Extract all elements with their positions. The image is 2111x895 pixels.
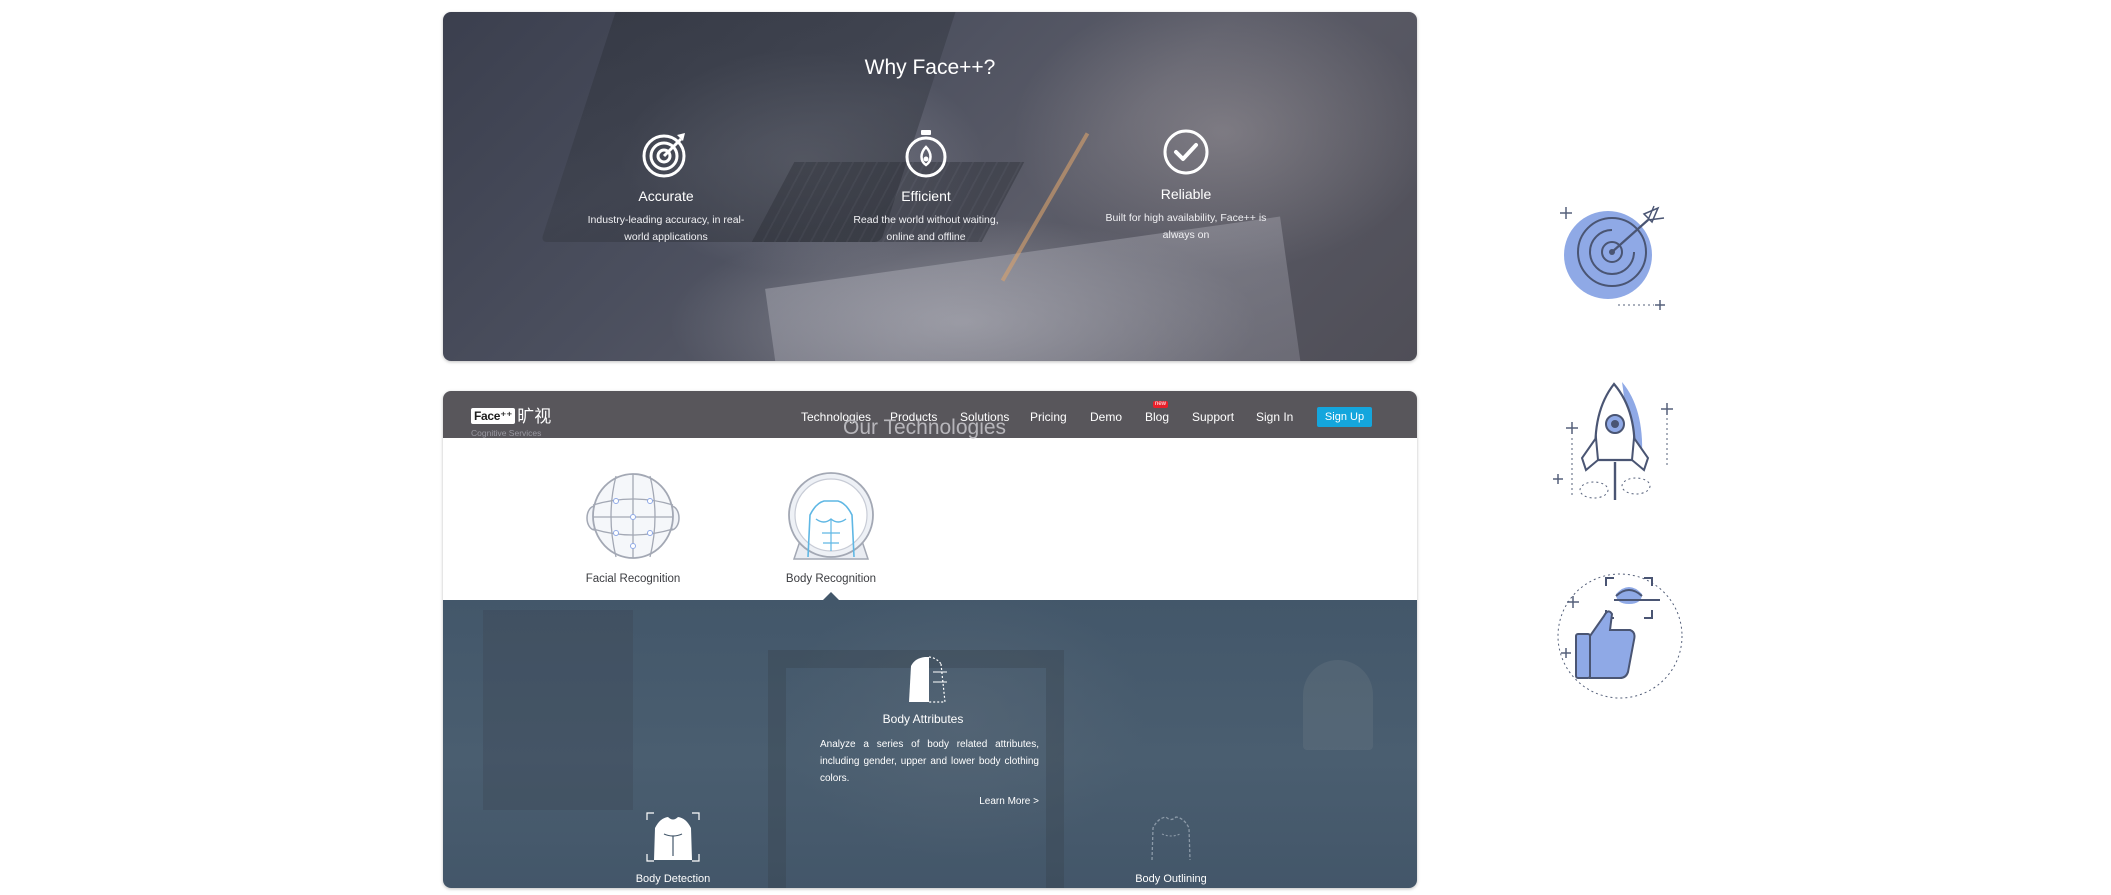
selected-card-indicator (823, 592, 839, 600)
technologies-section: Face⁺⁺ 旷视 Cognitive Services Technologies… (443, 391, 1417, 888)
check-circle-icon (1163, 129, 1209, 175)
sub-item-label: Body Detection (635, 873, 711, 885)
background-lamp (1303, 660, 1373, 750)
sub-item-label: Body Outlining (1135, 873, 1207, 885)
background-window (483, 610, 633, 810)
logo-subtitle: Cognitive Services (471, 428, 542, 438)
feature-reliable: Reliable Built for high availability, Fa… (1101, 127, 1271, 244)
detail-description: Analyze a series of body related attribu… (820, 739, 1039, 784)
face-grid-icon (586, 473, 680, 559)
nav-demo[interactable]: Demo (1090, 410, 1122, 424)
learn-more-link[interactable]: Learn More > (955, 796, 1039, 807)
tech-card-label: Body Recognition (785, 573, 877, 585)
feature-title: Accurate (638, 188, 694, 204)
feature-description: Industry-leading accuracy, in real-world… (587, 214, 745, 243)
feature-title: Reliable (1160, 186, 1212, 202)
technology-detail-panel: Body Attributes Analyze a series of body… (443, 600, 1417, 888)
feature-description: Read the world without waiting, online a… (853, 214, 999, 243)
sub-item-body-outlining[interactable]: Body Outlining (1111, 812, 1231, 885)
why-title: Why Face++? (864, 56, 996, 79)
body-detection-icon (646, 812, 700, 862)
logo-mark: Face⁺⁺ (471, 408, 516, 424)
nav-support[interactable]: Support (1192, 410, 1234, 424)
tech-card-body-recognition[interactable]: Body Recognition (766, 471, 896, 585)
new-badge: new (1153, 401, 1169, 408)
sub-item-body-detection[interactable]: Body Detection (613, 812, 733, 885)
target-arrow-illustration (1560, 205, 1665, 310)
sign-up-button[interactable]: Sign Up (1317, 407, 1372, 427)
feature-accurate: Accurate Industry-leading accuracy, in r… (581, 129, 751, 246)
body-outlining-icon (1151, 816, 1191, 861)
feature-title: Efficient (901, 188, 951, 204)
body-torso-icon (788, 472, 874, 560)
target-icon (642, 133, 686, 178)
thumbs-up-illustration (1557, 573, 1683, 699)
technologies-title: Our Technologies (843, 416, 1007, 439)
nav-blog[interactable]: Blog (1145, 410, 1169, 424)
faceplusplus-logo[interactable]: Face⁺⁺ 旷视 Cognitive Services (471, 402, 551, 438)
detail-title: Body Attributes (882, 712, 964, 726)
nav-pricing[interactable]: Pricing (1030, 410, 1067, 424)
rocket-illustration (1553, 382, 1673, 500)
feature-efficient: Efficient Read the world without waiting… (841, 129, 1011, 246)
body-attributes-icon (909, 656, 947, 703)
why-section: Why Face++? Accurate Industry-leading ac… (443, 12, 1417, 361)
tech-card-label: Facial Recognition (585, 573, 681, 585)
feature-description: Built for high availability, Face++ is a… (1105, 212, 1267, 241)
nav-sign-in[interactable]: Sign In (1256, 410, 1293, 424)
stopwatch-icon (905, 130, 947, 178)
logo-chinese: 旷视 (517, 407, 552, 426)
tech-card-facial-recognition[interactable]: Facial Recognition (568, 471, 698, 585)
